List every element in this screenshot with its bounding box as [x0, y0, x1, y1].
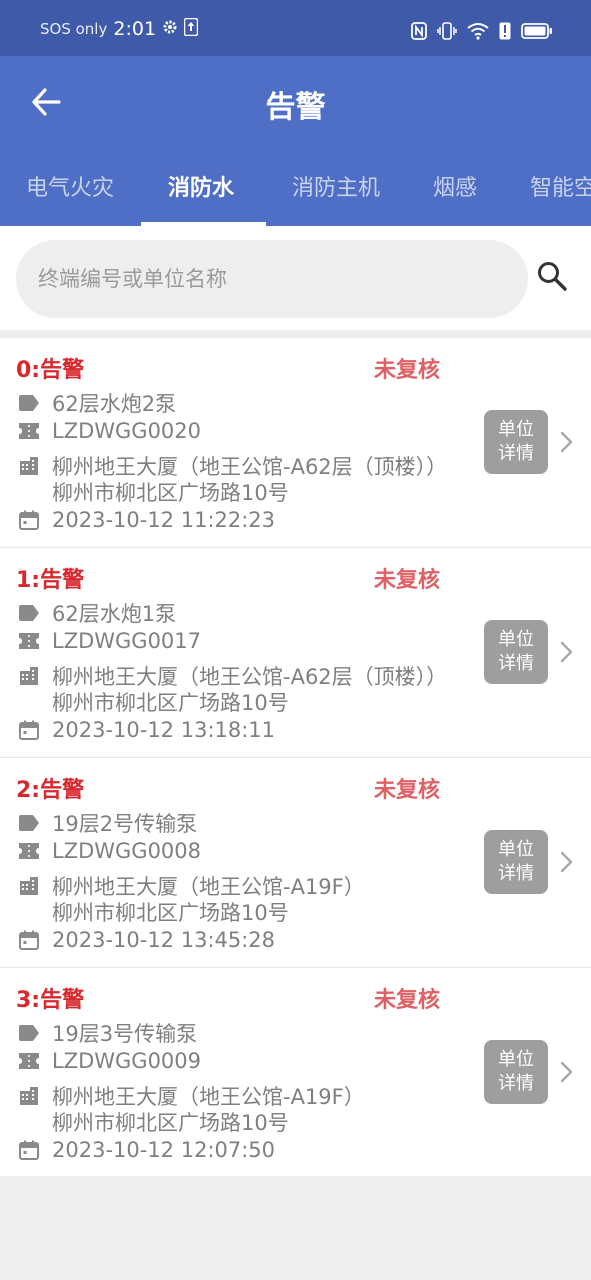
- search-input[interactable]: [38, 240, 508, 318]
- tab-fire-water[interactable]: 消防水: [168, 170, 234, 202]
- review-status: 未复核: [374, 778, 441, 803]
- chevron-right-icon[interactable]: [556, 1060, 576, 1084]
- calendar-icon: [18, 929, 40, 951]
- alarm-title: 2:告警: [16, 778, 85, 803]
- tab-smoke-sensor[interactable]: 烟感: [433, 170, 477, 202]
- search-box: [16, 240, 528, 318]
- alarm-time: 2023-10-12 13:18:11: [52, 718, 276, 742]
- tab-bar: 电气火灾 消防水 消防主机 烟感 智能空: [0, 160, 591, 226]
- chevron-right-icon[interactable]: [556, 850, 576, 874]
- terminal-code-row: LZDWGG0020: [18, 419, 201, 443]
- device-name-row: 19层2号传输泵: [18, 808, 197, 838]
- unit-detail-button[interactable]: 单位 详情: [484, 830, 548, 894]
- unit-detail-label-line1: 单位: [498, 629, 534, 650]
- terminal-code: LZDWGG0017: [52, 629, 202, 653]
- tag-icon: [18, 1022, 40, 1044]
- terminal-code: LZDWGG0020: [52, 419, 202, 443]
- search-icon: [538, 262, 567, 291]
- unit-detail-button[interactable]: 单位 详情: [484, 1040, 548, 1104]
- status-left: SOS only 2:01: [40, 17, 199, 40]
- tag-icon: [18, 392, 40, 414]
- search-button[interactable]: [536, 260, 576, 300]
- tag-icon: [18, 812, 40, 834]
- alarm-card: 2:告警 未复核 19层2号传输泵 LZDWGG0008 柳州地王大厦（地王公馆…: [0, 758, 591, 968]
- unit-detail-button[interactable]: 单位 详情: [484, 620, 548, 684]
- unit-detail-label-line2: 详情: [498, 1073, 534, 1094]
- building-icon: [18, 665, 40, 687]
- alarm-card: 1:告警 未复核 62层水炮1泵 LZDWGG0017 柳州地王大厦（地王公馆-…: [0, 548, 591, 758]
- chevron-right-icon[interactable]: [556, 640, 576, 664]
- tag-icon: [18, 602, 40, 624]
- wifi-icon: [467, 22, 489, 44]
- terminal-code-row: LZDWGG0009: [18, 1049, 201, 1073]
- unit-detail-label-line2: 详情: [498, 863, 534, 884]
- status-right: [411, 22, 553, 44]
- time-row: 2023-10-12 11:22:23: [18, 508, 275, 532]
- alert-icon: [499, 22, 511, 44]
- review-status: 未复核: [374, 988, 441, 1013]
- sos-text: SOS only: [40, 20, 108, 38]
- alarm-card: 3:告警 未复核 19层3号传输泵 LZDWGG0009 柳州地王大厦（地王公馆…: [0, 968, 591, 1176]
- building-icon: [18, 1085, 40, 1107]
- unit-detail-label-line1: 单位: [498, 419, 534, 440]
- tab-smart-air[interactable]: 智能空: [530, 170, 591, 202]
- device-name: 19层2号传输泵: [52, 812, 198, 836]
- clock: 2:01: [113, 18, 157, 40]
- device-name-row: 62层水炮2泵: [18, 388, 176, 418]
- calendar-icon: [18, 509, 40, 531]
- device-name-row: 19层3号传输泵: [18, 1018, 197, 1048]
- building-icon: [18, 875, 40, 897]
- tab-electrical-fire[interactable]: 电气火灾: [26, 170, 114, 202]
- alarm-card: 0:告警 未复核 62层水炮2泵 LZDWGG0020 柳州地王大厦（地王公馆-…: [0, 338, 591, 548]
- vibrate-icon: [437, 22, 457, 44]
- calendar-icon: [18, 1139, 40, 1161]
- unit-detail-button[interactable]: 单位 详情: [484, 410, 548, 474]
- review-status: 未复核: [374, 358, 441, 383]
- street-address: 柳州市柳北区广场路10号: [52, 901, 289, 925]
- device-name: 62层水炮1泵: [52, 602, 177, 626]
- alarm-title: 0:告警: [16, 358, 85, 383]
- device-name: 19层3号传输泵: [52, 1022, 198, 1046]
- settings-icon: [162, 19, 178, 39]
- ticket-icon: [18, 840, 40, 862]
- alarm-time: 2023-10-12 12:07:50: [52, 1138, 276, 1162]
- page-title: 告警: [265, 90, 326, 125]
- unit-detail-label-line2: 详情: [498, 443, 534, 464]
- tab-fire-host[interactable]: 消防主机: [292, 170, 380, 202]
- terminal-code: LZDWGG0008: [52, 839, 202, 863]
- unit-detail-label-line1: 单位: [498, 1049, 534, 1070]
- chevron-right-icon[interactable]: [556, 430, 576, 454]
- building-icon: [18, 455, 40, 477]
- time-row: 2023-10-12 12:07:50: [18, 1138, 275, 1162]
- time-row: 2023-10-12 13:18:11: [18, 718, 275, 742]
- ticket-icon: [18, 1050, 40, 1072]
- calendar-icon: [18, 719, 40, 741]
- terminal-code-row: LZDWGG0008: [18, 839, 201, 863]
- status-bar: SOS only 2:01: [0, 0, 591, 56]
- device-name-row: 62层水炮1泵: [18, 598, 176, 628]
- alarm-title: 3:告警: [16, 988, 85, 1013]
- review-status: 未复核: [374, 568, 441, 593]
- time-row: 2023-10-12 13:45:28: [18, 928, 275, 952]
- battery-icon: [521, 22, 553, 44]
- terminal-code-row: LZDWGG0017: [18, 629, 201, 653]
- device-name: 62层水炮2泵: [52, 392, 177, 416]
- street-address: 柳州市柳北区广场路10号: [52, 691, 289, 715]
- ticket-icon: [18, 420, 40, 442]
- street-address: 柳州市柳北区广场路10号: [52, 1111, 289, 1135]
- nfc-icon: [411, 22, 427, 44]
- terminal-code: LZDWGG0009: [52, 1049, 202, 1073]
- ticket-icon: [18, 630, 40, 652]
- unit-detail-label-line2: 详情: [498, 653, 534, 674]
- street-address: 柳州市柳北区广场路10号: [52, 481, 289, 505]
- alarm-list: 0:告警 未复核 62层水炮2泵 LZDWGG0020 柳州地王大厦（地王公馆-…: [0, 338, 591, 1176]
- alarm-time: 2023-10-12 13:45:28: [52, 928, 276, 952]
- upload-icon: [183, 17, 199, 40]
- search-section: [0, 226, 591, 330]
- alarm-title: 1:告警: [16, 568, 85, 593]
- app-bar: 告警 电气火灾 消防水 消防主机 烟感 智能空: [0, 56, 591, 226]
- unit-detail-label-line1: 单位: [498, 839, 534, 860]
- alarm-time: 2023-10-12 11:22:23: [52, 508, 276, 532]
